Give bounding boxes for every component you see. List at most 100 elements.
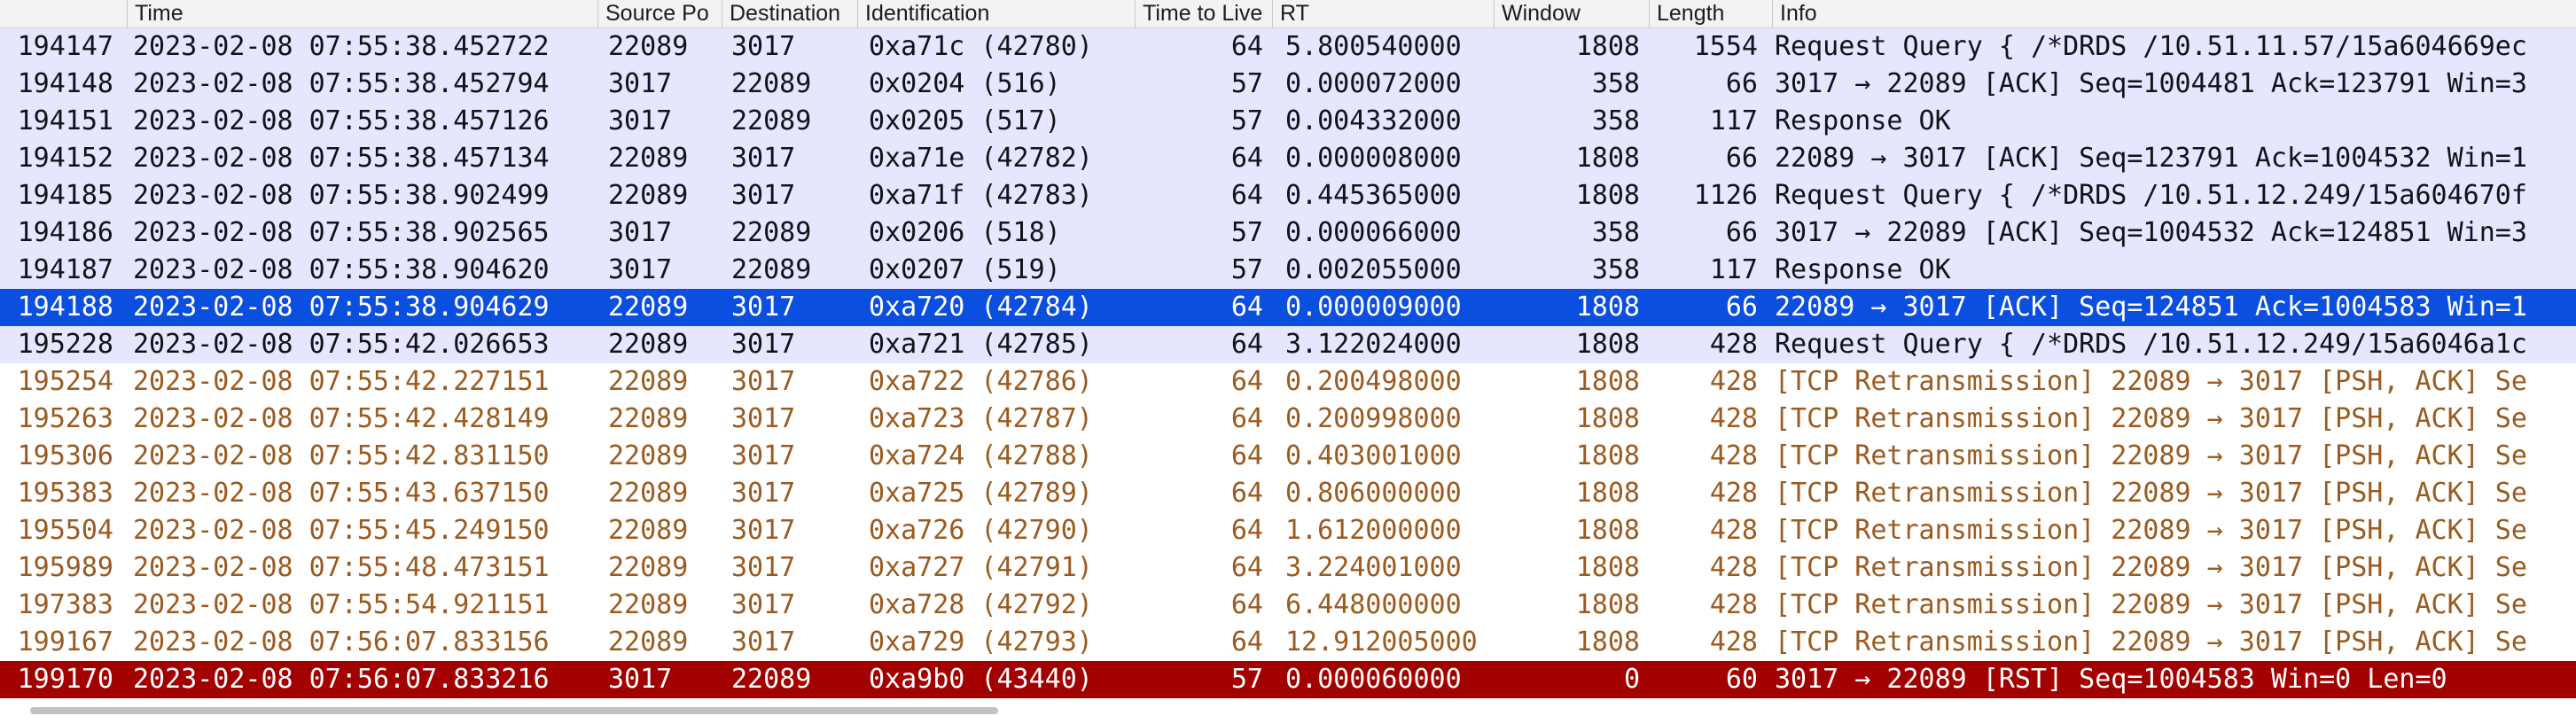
cell-destination: 3017 (731, 403, 796, 434)
column-header-ttl[interactable]: Time to Live (1135, 0, 1272, 27)
cell-time: 2023-02-08 07:55:48.473151 (133, 552, 550, 583)
cell-destination: 22089 (731, 105, 812, 136)
packet-row[interactable]: 194186 2023-02-08 07:55:38.902565 3017 2208… (0, 214, 2576, 252)
cell-ttl: 64 (1230, 515, 1263, 546)
column-header-length[interactable]: Length (1649, 0, 1772, 27)
cell-identification: 0xa729 (42793) (869, 626, 1093, 658)
cell-time: 2023-02-08 07:55:38.452722 (133, 31, 550, 62)
packet-row[interactable]: 199167 2023-02-08 07:56:07.833156 22089 301… (0, 624, 2576, 661)
cell-length: 428 (1709, 552, 1758, 583)
packet-row[interactable]: 194185 2023-02-08 07:55:38.902499 22089 301… (0, 177, 2576, 214)
cell-length: 428 (1709, 515, 1758, 546)
cell-length: 428 (1709, 478, 1758, 509)
cell-info: 3017 → 22089 [ACK] Seq=1004481 Ack=12379… (1775, 68, 2527, 99)
column-header-identification[interactable]: Identification (857, 0, 1135, 27)
cell-no: 195989 (17, 552, 113, 583)
cell-rt: 0.445365000 (1285, 180, 1462, 211)
cell-identification: 0xa722 (42786) (869, 366, 1093, 397)
packet-row[interactable]: 195228 2023-02-08 07:55:42.026653 22089 301… (0, 326, 2576, 363)
cell-ttl: 64 (1230, 31, 1263, 62)
cell-info: [TCP Retransmission] 22089 → 3017 [PSH, … (1775, 366, 2527, 397)
column-header-info[interactable]: Info (1772, 0, 2576, 27)
cell-window: 358 (1591, 217, 1640, 248)
packet-row[interactable]: 197383 2023-02-08 07:55:54.921151 22089 301… (0, 587, 2576, 624)
cell-length: 428 (1709, 440, 1758, 471)
cell-window: 1808 (1575, 366, 1640, 397)
cell-source-port: 22089 (608, 552, 689, 583)
cell-identification: 0x0205 (517) (869, 105, 1061, 136)
cell-no: 197383 (17, 589, 113, 620)
cell-window: 1808 (1575, 31, 1640, 62)
cell-source-port: 3017 (608, 664, 673, 695)
cell-time: 2023-02-08 07:55:43.637150 (133, 478, 550, 509)
cell-time: 2023-02-08 07:56:07.833156 (133, 626, 550, 658)
cell-no: 199170 (17, 664, 113, 695)
cell-identification: 0x0204 (516) (869, 68, 1061, 99)
cell-identification: 0xa71f (42783) (869, 180, 1093, 211)
cell-destination: 3017 (731, 180, 796, 211)
cell-time: 2023-02-08 07:55:42.428149 (133, 403, 550, 434)
cell-no: 194151 (17, 105, 113, 136)
packet-row[interactable]: 195306 2023-02-08 07:55:42.831150 22089 301… (0, 438, 2576, 475)
cell-ttl: 64 (1230, 552, 1263, 583)
packet-row[interactable]: 195254 2023-02-08 07:55:42.227151 22089 301… (0, 363, 2576, 401)
packet-row[interactable]: 194187 2023-02-08 07:55:38.904620 3017 2208… (0, 252, 2576, 289)
cell-info: [TCP Retransmission] 22089 → 3017 [PSH, … (1775, 478, 2527, 509)
column-header-time[interactable]: Time (127, 0, 597, 27)
cell-no: 194147 (17, 31, 113, 62)
cell-time: 2023-02-08 07:55:38.452794 (133, 68, 550, 99)
cell-time: 2023-02-08 07:55:42.831150 (133, 440, 550, 471)
cell-identification: 0xa725 (42789) (869, 478, 1093, 509)
column-header-window[interactable]: Window (1494, 0, 1649, 27)
packet-row[interactable]: 194151 2023-02-08 07:55:38.457126 3017 2208… (0, 103, 2576, 140)
cell-window: 1808 (1575, 478, 1640, 509)
packet-row[interactable]: 199170 2023-02-08 07:56:07.833216 3017 2208… (0, 661, 2576, 698)
packet-row[interactable]: 194152 2023-02-08 07:55:38.457134 22089 301… (0, 140, 2576, 177)
cell-rt: 0.000072000 (1285, 68, 1462, 99)
cell-info: Request Query { /*DRDS /10.51.12.249/15a… (1775, 329, 2527, 360)
cell-length: 428 (1709, 626, 1758, 658)
cell-window: 1808 (1575, 143, 1640, 174)
cell-length: 428 (1709, 589, 1758, 620)
cell-info: Response OK (1775, 254, 1951, 285)
packet-row[interactable]: 194148 2023-02-08 07:55:38.452794 3017 2208… (0, 66, 2576, 103)
cell-info: 3017 → 22089 [ACK] Seq=1004532 Ack=12485… (1775, 217, 2527, 248)
cell-window: 1808 (1575, 626, 1640, 658)
scrollbar-thumb[interactable] (30, 707, 998, 714)
cell-ttl: 57 (1230, 105, 1263, 136)
packet-row[interactable]: 195383 2023-02-08 07:55:43.637150 22089 301… (0, 475, 2576, 512)
cell-time: 2023-02-08 07:55:42.227151 (133, 366, 550, 397)
cell-info: [TCP Retransmission] 22089 → 3017 [PSH, … (1775, 552, 2527, 583)
cell-destination: 22089 (731, 68, 812, 99)
cell-identification: 0x0207 (519) (869, 254, 1061, 285)
cell-destination: 22089 (731, 664, 812, 695)
cell-source-port: 22089 (608, 589, 689, 620)
cell-destination: 22089 (731, 254, 812, 285)
cell-window: 1808 (1575, 403, 1640, 434)
cell-no: 194152 (17, 143, 113, 174)
cell-rt: 0.200998000 (1285, 403, 1462, 434)
cell-identification: 0x0206 (518) (869, 217, 1061, 248)
cell-source-port: 22089 (608, 478, 689, 509)
cell-info: 3017 → 22089 [RST] Seq=1004583 Win=0 Len… (1775, 664, 2447, 695)
column-header-no[interactable] (0, 0, 127, 27)
packet-row[interactable]: 195989 2023-02-08 07:55:48.473151 22089 301… (0, 549, 2576, 587)
cell-destination: 3017 (731, 515, 796, 546)
column-header-source-port[interactable]: Source Po (597, 0, 722, 27)
packet-row[interactable]: 195263 2023-02-08 07:55:42.428149 22089 301… (0, 401, 2576, 438)
packet-row[interactable]: 194147 2023-02-08 07:55:38.452722 22089 301… (0, 28, 2576, 66)
cell-length: 60 (1725, 664, 1758, 695)
horizontal-scrollbar[interactable] (0, 705, 2576, 716)
packet-row-selected[interactable]: 194188 2023-02-08 07:55:38.904629 22089 301… (0, 289, 2576, 326)
cell-destination: 3017 (731, 626, 796, 658)
column-header-destination[interactable]: Destination (722, 0, 857, 27)
column-header-rt[interactable]: RT (1272, 0, 1494, 27)
cell-length: 117 (1709, 254, 1758, 285)
cell-rt: 0.806000000 (1285, 478, 1462, 509)
cell-destination: 3017 (731, 31, 796, 62)
cell-no: 199167 (17, 626, 113, 658)
cell-ttl: 64 (1230, 143, 1263, 174)
cell-source-port: 22089 (608, 403, 689, 434)
packet-row[interactable]: 195504 2023-02-08 07:55:45.249150 22089 301… (0, 512, 2576, 549)
cell-length: 428 (1709, 403, 1758, 434)
